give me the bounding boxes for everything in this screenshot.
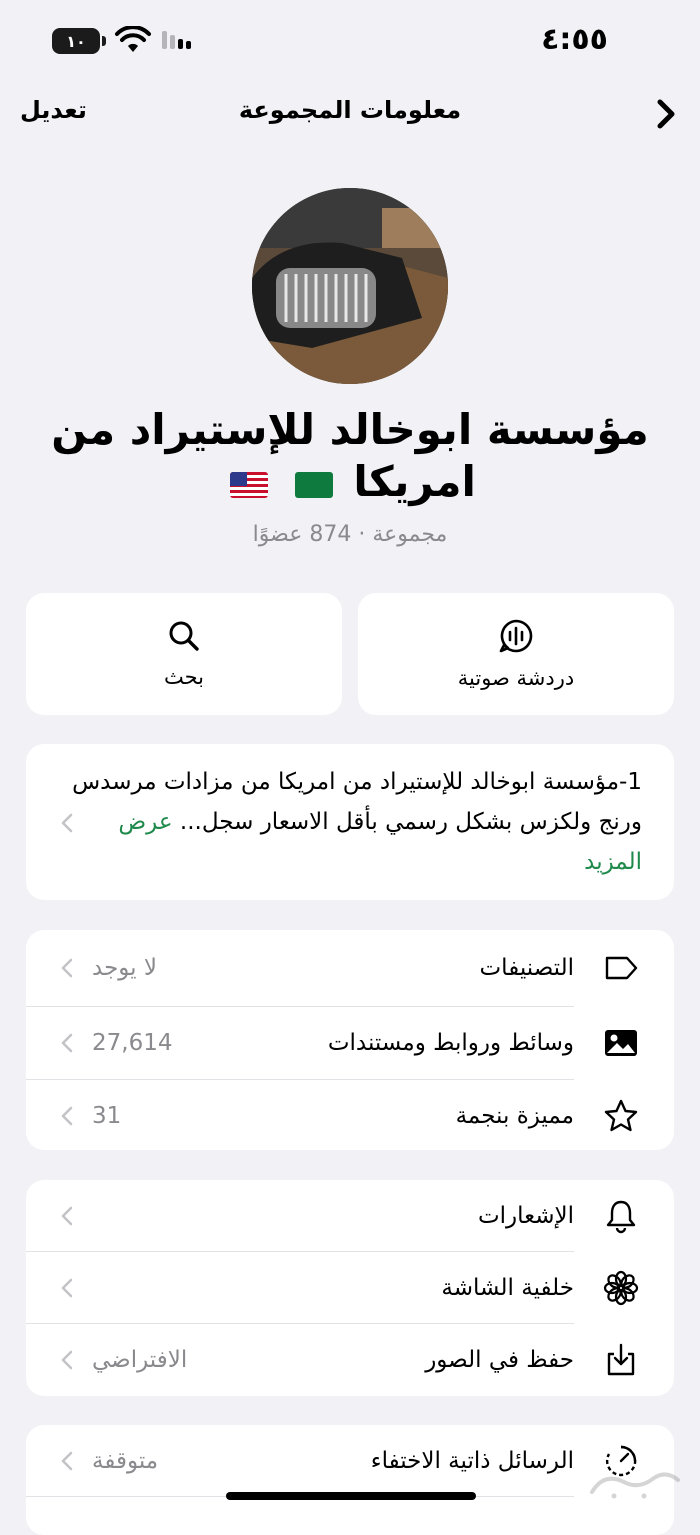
row-label: التصنيفات	[479, 955, 574, 981]
back-chevron-icon[interactable]	[650, 94, 680, 134]
chevron-left-icon	[61, 958, 73, 978]
row-value: متوقفة	[92, 1448, 159, 1474]
row-starred[interactable]: مميزة بنجمة 31	[26, 1080, 674, 1152]
search-label: بحث	[163, 665, 205, 689]
group-description-card[interactable]: 1-مؤسسة ابوخالد للإستيراد من امريكا من م…	[26, 744, 674, 900]
row-label: الرسائل ذاتية الاختفاء	[370, 1448, 574, 1474]
row-label: مميزة بنجمة	[455, 1103, 574, 1129]
star-icon	[602, 1097, 640, 1135]
voice-chat-icon	[499, 619, 533, 653]
bell-icon	[602, 1197, 640, 1235]
row-save-to-photos[interactable]: حفظ في الصور الافتراضي	[26, 1324, 674, 1396]
photo-icon	[602, 1024, 640, 1062]
battery-icon: ١٠	[52, 28, 100, 54]
signal-icon	[162, 30, 194, 49]
row-label: خلفية الشاشة	[441, 1275, 574, 1301]
home-indicator[interactable]	[226, 1492, 476, 1500]
row-notifications[interactable]: الإشعارات	[26, 1180, 674, 1252]
chevron-left-icon	[61, 1106, 73, 1126]
voice-chat-button[interactable]: دردشة صوتية	[358, 593, 674, 715]
group-subtitle: مجموعة · 874 عضوًا	[252, 522, 448, 547]
flower-icon	[602, 1269, 640, 1307]
tag-icon	[602, 949, 640, 987]
group-name: مؤسسة ابوخالد للإستيراد من امريكا	[30, 404, 670, 508]
privacy-section: الرسائل ذاتية الاختفاء متوقفة	[26, 1425, 674, 1535]
row-wallpaper[interactable]: خلفية الشاشة	[26, 1252, 674, 1324]
row-label: وسائط وروابط ومستندات	[327, 1030, 574, 1056]
save-download-icon	[602, 1341, 640, 1379]
row-label: الإشعارات	[477, 1203, 574, 1229]
watermark-logo	[590, 1472, 680, 1499]
battery-level: ١٠	[66, 31, 86, 51]
row-disappearing-messages[interactable]: الرسائل ذاتية الاختفاء متوقفة	[26, 1425, 674, 1497]
search-button[interactable]: بحث	[26, 593, 342, 715]
chevron-left-icon	[61, 1350, 73, 1370]
wifi-icon	[115, 26, 151, 52]
chevron-left-icon	[61, 1451, 73, 1471]
group-description: 1-مؤسسة ابوخالد للإستيراد من امريكا من م…	[62, 762, 642, 882]
us-flag-icon	[230, 471, 269, 498]
row-value: الافتراضي	[92, 1347, 188, 1373]
info-section: التصنيفات لا يوجد وسائط وروابط ومستندات …	[26, 930, 674, 1150]
car-photo	[252, 188, 448, 384]
settings-section: الإشعارات خلفية الشاشة حفظ في الصور الاف…	[26, 1180, 674, 1396]
row-value: 31	[92, 1103, 122, 1129]
group-avatar[interactable]	[252, 188, 448, 384]
group-name-text: مؤسسة ابوخالد للإستيراد من امريكا	[51, 405, 649, 506]
chevron-left-icon	[61, 813, 73, 833]
search-icon	[169, 621, 199, 651]
chevron-left-icon	[61, 1033, 73, 1053]
saudi-flag-icon	[294, 471, 333, 498]
row-categories[interactable]: التصنيفات لا يوجد	[26, 932, 674, 1004]
chevron-left-icon	[61, 1278, 73, 1298]
row-value: 27,614	[92, 1030, 173, 1056]
page-title: معلومات المجموعة	[238, 96, 462, 124]
chevron-left-icon	[61, 1206, 73, 1226]
battery-tip	[102, 36, 106, 46]
status-time: ٤:٥٥	[541, 22, 608, 57]
row-value: لا يوجد	[92, 955, 158, 981]
voice-chat-label: دردشة صوتية	[457, 666, 575, 690]
row-label: حفظ في الصور	[425, 1347, 574, 1373]
row-media[interactable]: وسائط وروابط ومستندات 27,614	[26, 1007, 674, 1079]
